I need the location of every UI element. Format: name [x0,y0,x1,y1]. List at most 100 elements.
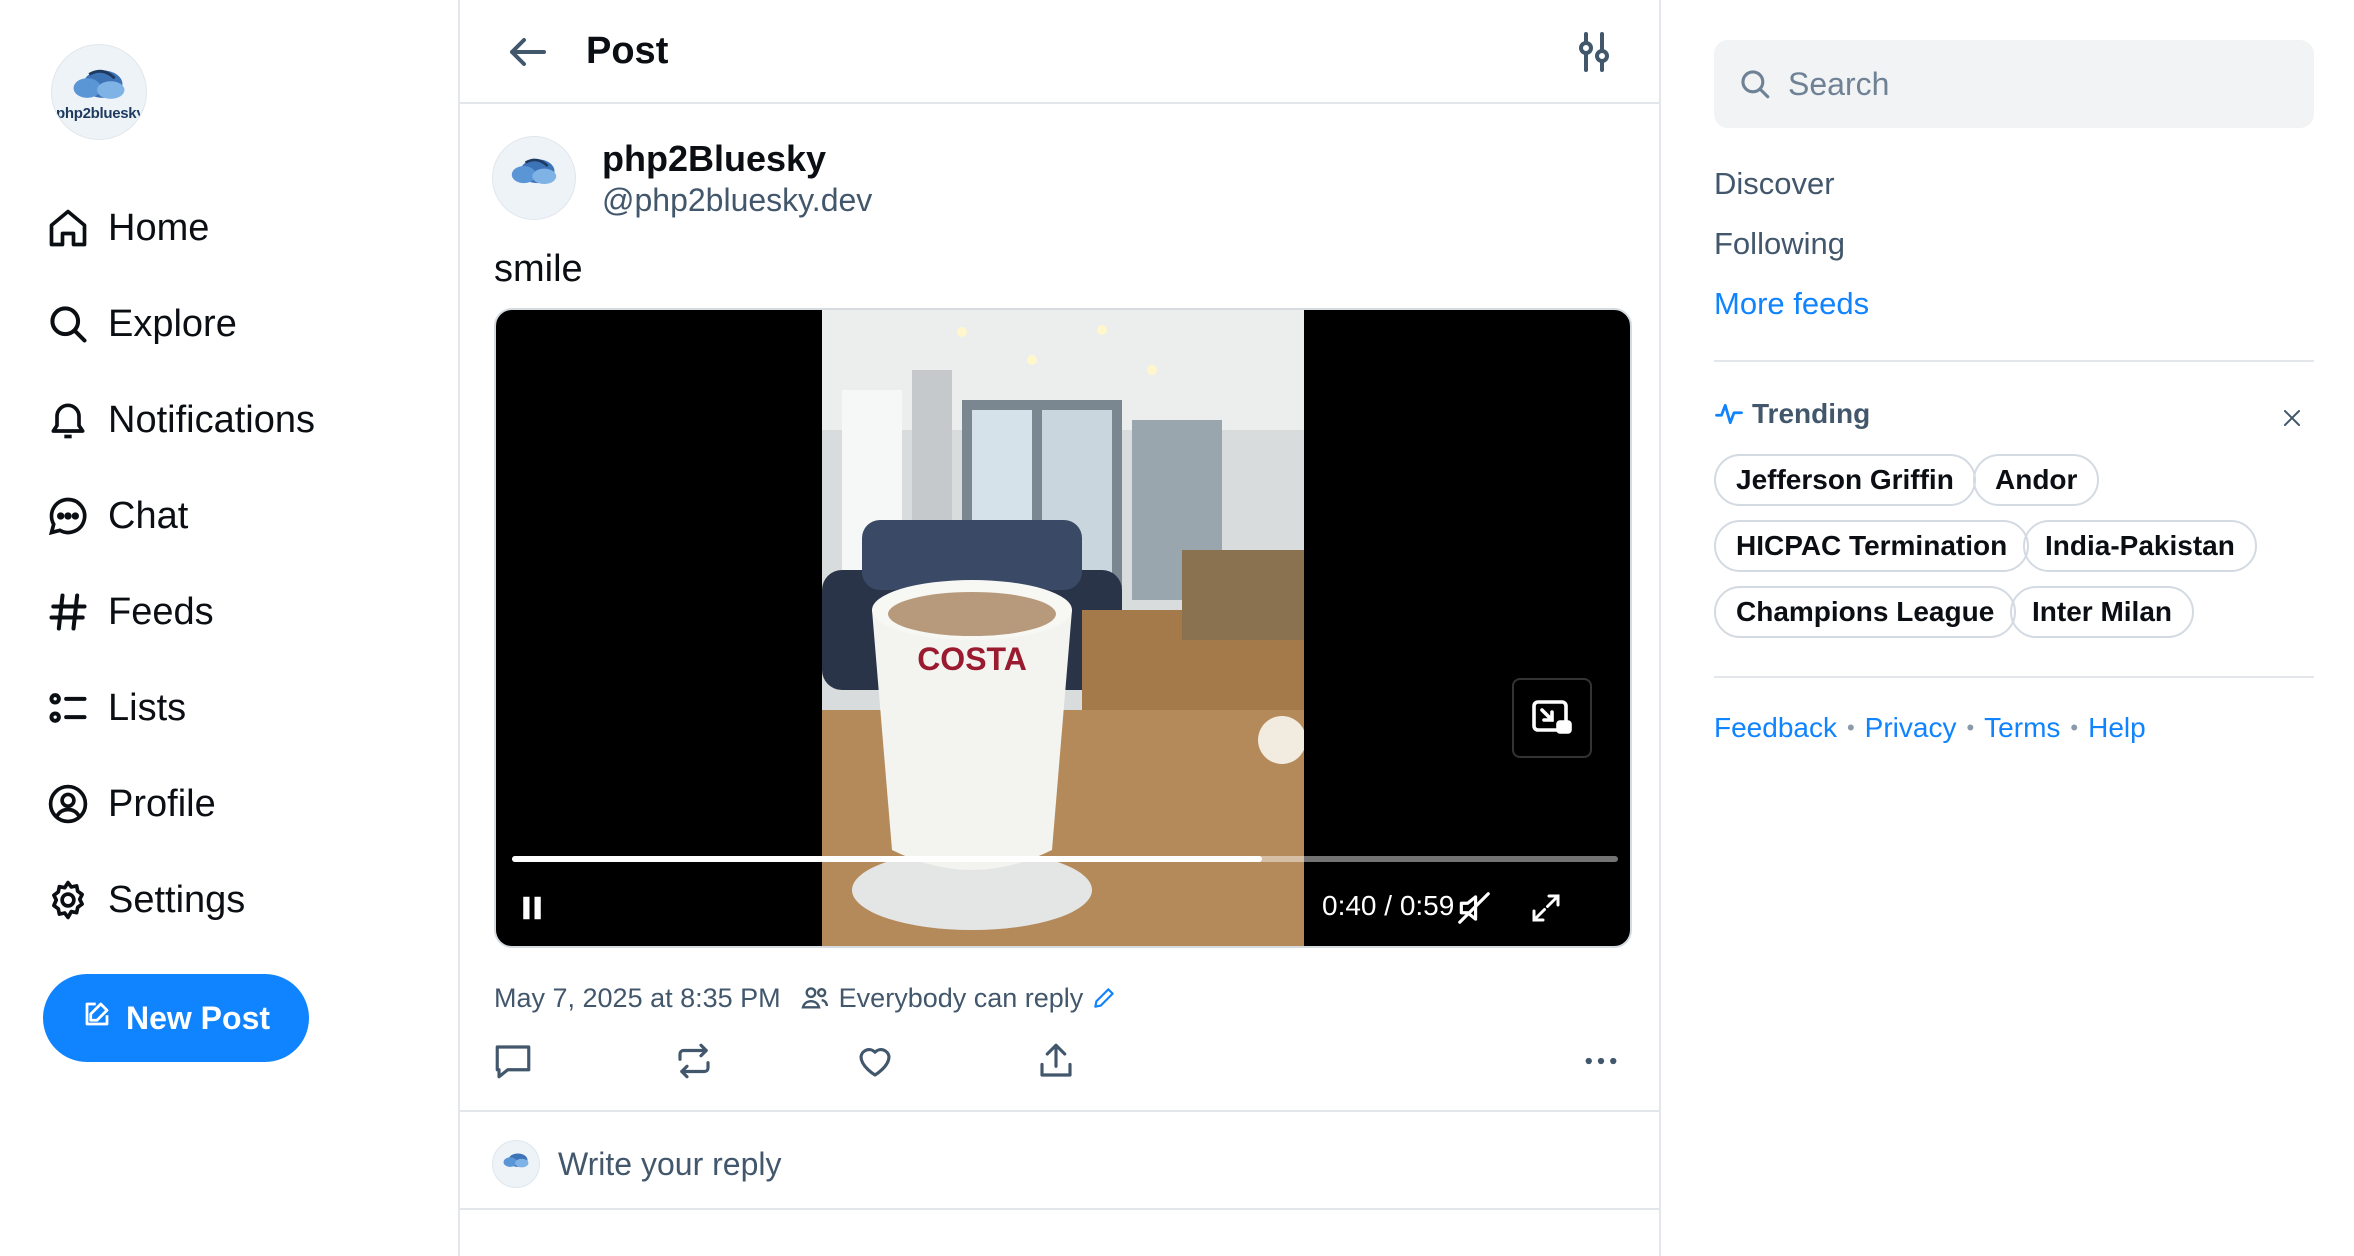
reply-divider-bottom [460,1208,1659,1210]
nav-label-explore: Explore [108,302,237,345]
nav-item-chat[interactable]: Chat [44,468,315,564]
svg-text:COSTA: COSTA [917,641,1027,677]
thread-settings-button[interactable] [1570,28,1618,76]
author-handle[interactable]: @php2bluesky.dev [602,182,872,219]
repost-button[interactable] [669,1036,719,1086]
comment-icon [495,1045,531,1079]
footer-links: Feedback • Privacy • Terms • Help [1714,712,2146,744]
right-divider-1 [1714,360,2314,362]
feed-link-more[interactable]: More feeds [1714,286,1869,322]
nav-item-explore[interactable]: Explore [44,276,315,372]
post-timestamp: May 7, 2025 at 8:35 PM [494,982,781,1013]
pause-icon [523,896,541,920]
footer-separator: • [1846,715,1855,740]
post-meta: May 7, 2025 at 8:35 PM Everybody can rep… [494,982,1117,1014]
more-options-button[interactable] [1576,1036,1626,1086]
search-icon [1741,70,1770,99]
reply-avatar [492,1140,540,1188]
pencil-icon [1094,988,1115,1008]
trending-chip[interactable]: India-Pakistan [2023,520,2257,572]
footer-separator: • [2070,715,2079,740]
arrow-left-icon [510,38,546,66]
nav-label-profile: Profile [108,782,216,825]
repost-icon [678,1043,710,1079]
like-button[interactable] [850,1036,900,1086]
post-thread: Post php2Bluesky @php2bluesky.dev smile [458,0,1661,1256]
ellipsis-icon [1585,1057,1617,1065]
app-logo[interactable]: php2bluesky [51,44,147,140]
share-icon [1040,1043,1072,1077]
reply-button[interactable] [488,1036,538,1086]
reply-settings-button[interactable]: Everybody can reply [799,982,1118,1014]
people-icon [801,987,828,1009]
compose-icon [82,999,112,1037]
nav-item-profile[interactable]: Profile [44,756,315,852]
unmute-button[interactable] [1450,884,1498,932]
nav-item-feeds[interactable]: Feeds [44,564,315,660]
search-placeholder: Search [1788,65,1890,102]
page-title: Post [586,30,669,72]
footer-separator: • [1966,715,1975,740]
logo-text: php2bluesky [56,105,145,122]
picture-in-picture-button[interactable] [1512,678,1592,758]
trending-chip[interactable]: Jefferson Griffin [1714,454,1976,506]
post-actions [494,1036,1634,1086]
close-icon [2284,410,2300,426]
new-post-button[interactable]: New Post [43,974,309,1062]
right-divider-2 [1714,676,2314,678]
chat-icon [44,492,92,540]
feed-link-following[interactable]: Following [1714,226,1845,262]
trending-chip[interactable]: Champions League [1714,586,2017,638]
nav-item-notifications[interactable]: Notifications [44,372,315,468]
trending-header: Trending [1714,398,1870,430]
nav-item-lists[interactable]: Lists [44,660,315,756]
fullscreen-button[interactable] [1522,884,1570,932]
trending-chip[interactable]: Andor [1973,454,2100,506]
reply-divider-top [460,1110,1659,1112]
reply-input[interactable]: Write your reply [558,1146,781,1183]
video-progress-bar[interactable] [512,856,1618,862]
author-avatar[interactable] [492,136,576,220]
sliders-icon [1579,32,1609,72]
back-button[interactable] [504,28,552,76]
trending-close-button[interactable] [2274,400,2310,436]
nav-item-settings[interactable]: Settings [44,852,315,948]
nav-label-notifications: Notifications [108,398,315,441]
expand-icon [1532,894,1560,922]
pause-button[interactable] [508,884,556,932]
video-frame: COSTA [822,310,1304,946]
nav-label-settings: Settings [108,878,246,921]
footer-link-help[interactable]: Help [2088,712,2146,744]
video-time: 0:40 / 0:59 [1322,890,1455,921]
video-player[interactable]: COSTA 0:40 / 0:59 [494,308,1632,948]
bell-icon [44,396,92,444]
list-icon [44,684,92,732]
video-progress-fill [512,856,1262,862]
author-name[interactable]: php2Bluesky [602,138,826,180]
muted-speaker-icon [1458,892,1490,924]
nav-label-lists: Lists [108,686,187,729]
home-icon [44,204,92,252]
cloud-logo-icon [511,158,557,184]
user-circle-icon [44,780,92,828]
post-header: Post [460,0,1659,104]
video-still-image: COSTA [822,310,1304,946]
main-nav: Home Explore Notifications Chat Feeds Li… [44,180,315,948]
search-icon [44,300,92,348]
gear-icon [44,876,92,924]
new-post-label: New Post [125,999,271,1036]
footer-link-feedback[interactable]: Feedback [1714,712,1837,744]
feed-link-discover[interactable]: Discover [1714,166,1835,202]
trending-chip[interactable]: Inter Milan [2010,586,2195,638]
trending-chip[interactable]: HICPAC Termination [1714,520,2030,572]
hash-icon [44,588,92,636]
share-button[interactable] [1031,1036,1081,1086]
nav-item-home[interactable]: Home [44,180,315,276]
footer-link-privacy[interactable]: Privacy [1865,712,1957,744]
nav-label-home: Home [108,206,210,249]
trending-pulse-icon [1715,403,1743,425]
nav-label-chat: Chat [108,494,189,537]
trending-title: Trending [1752,398,1871,429]
search-input[interactable]: Search [1714,40,2314,128]
footer-link-terms[interactable]: Terms [1984,712,2060,744]
